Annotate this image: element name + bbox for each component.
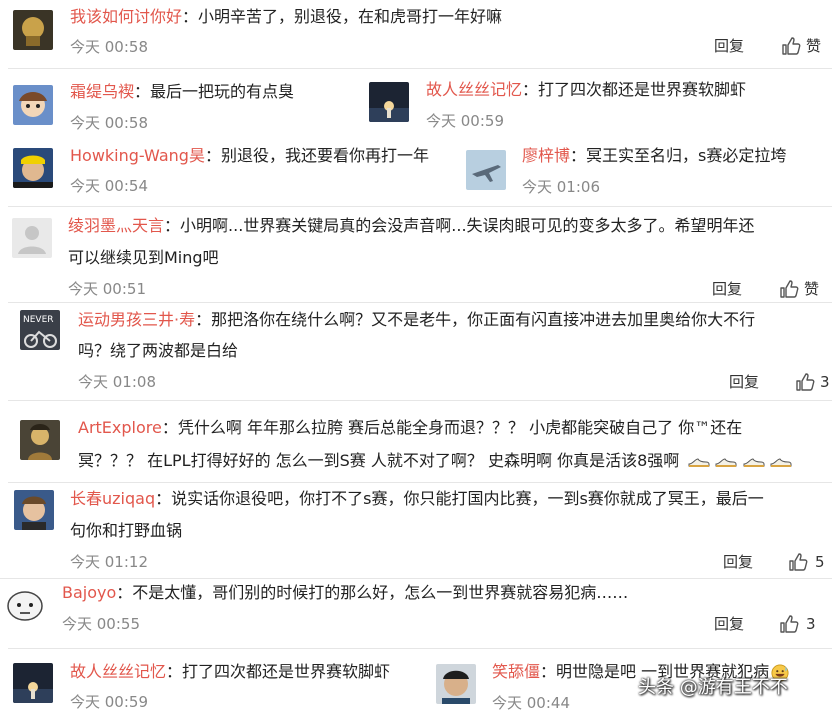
comment-time: 今天 00:58: [70, 38, 148, 56]
comment-text: 说实话你退役吧，你打不了s赛，你只能打国内比赛，一到s赛你就成了冥王，最后一: [171, 489, 764, 508]
comment-text: 凭什么啊 年年那么拉胯 赛后总能全身而退？？？ 小虎都能突破自己了 你™还在: [177, 418, 743, 437]
comment-username[interactable]: 霜缇乌褉: [70, 82, 134, 101]
comment-text: 打了四次都还是世界赛软脚虾: [182, 662, 391, 681]
watermark: 头条 @游有王不不: [638, 677, 788, 698]
avatar[interactable]: [369, 82, 409, 122]
comment-line: 故人丝丝记忆：打了四次都还是世界赛软脚虾: [426, 80, 747, 99]
comment-line: 绫羽墨灬天言：小明啊...世界赛关键局真的会没声音啊...失误肉眼可见的变多太多…: [68, 216, 755, 235]
avatar[interactable]: [5, 586, 45, 626]
separator: [8, 482, 832, 483]
like-label[interactable]: 赞: [804, 279, 819, 299]
like-count: 3: [820, 373, 830, 391]
sneaker-emoji-icon: [770, 457, 792, 467]
avatar[interactable]: [12, 218, 52, 258]
sneaker-emoji-icon: [688, 457, 710, 467]
comment-line: Howking-Wang昊：别退役，我还要看你再打一年: [70, 146, 429, 165]
avatar[interactable]: [466, 150, 506, 190]
avatar[interactable]: [13, 10, 53, 50]
comment-line: 长春uziqaq：说实话你退役吧，你打不了s赛，你只能打国内比赛，一到s赛你就成…: [70, 489, 764, 508]
avatar[interactable]: [13, 663, 53, 703]
separator: [8, 68, 832, 69]
like-icon[interactable]: [781, 36, 801, 56]
separator: [0, 578, 832, 579]
comment-time: 今天 00:59: [426, 112, 504, 130]
comment-username[interactable]: Howking-Wang昊: [70, 146, 205, 165]
comment-time: 今天 00:54: [70, 177, 148, 195]
comment-line: 故人丝丝记忆：打了四次都还是世界赛软脚虾: [70, 662, 391, 681]
comment-text: 那把洛你在绕什么啊？又不是老牛，你正面有闪直接冲进去加里奥给你大不行: [211, 310, 756, 329]
comment-text-continued: 句你和打野血锅: [70, 521, 183, 540]
like-icon[interactable]: [779, 614, 799, 634]
avatar[interactable]: [436, 664, 476, 704]
comment-username[interactable]: 绫羽墨灬天言: [68, 216, 164, 235]
comment-text: 小明啊...世界赛关键局真的会没声音啊...失误肉眼可见的变多太多了。希望明年还: [180, 216, 755, 235]
reply-button[interactable]: 回复: [712, 279, 742, 299]
separator: [8, 400, 832, 401]
comment-text: 最后一把玩的有点臭: [150, 82, 295, 101]
comment-time: 今天 00:55: [62, 615, 140, 633]
comment-username[interactable]: 廖梓博: [522, 146, 570, 165]
comment-username[interactable]: 故人丝丝记忆: [426, 80, 522, 99]
sneaker-emoji-icon: [715, 457, 737, 467]
comment-username[interactable]: 长春uziqaq: [70, 489, 155, 508]
comment-line: 运动男孩三井·寿：那把洛你在绕什么啊？又不是老牛，你正面有闪直接冲进去加里奥给你…: [78, 310, 756, 329]
reply-button[interactable]: 回复: [714, 614, 744, 634]
svg-text:NEVER: NEVER: [23, 315, 54, 325]
reply-button[interactable]: 回复: [729, 372, 759, 392]
comment-time: 今天 01:12: [70, 553, 148, 571]
comment-time: 今天 01:06: [522, 178, 600, 196]
comment-username[interactable]: 我该如何讨你好: [70, 7, 182, 26]
like-count: 3: [806, 615, 816, 633]
comment-username[interactable]: Bajoyo: [62, 583, 116, 602]
comment-text: 不是太懂，哥们别的时候打的那么好，怎么一到世界赛就容易犯病……: [132, 583, 629, 602]
comment-username[interactable]: 故人丝丝记忆: [70, 662, 166, 681]
comment-username[interactable]: 运动男孩三井·寿: [78, 310, 195, 329]
comment-username[interactable]: 笑舔僵: [492, 662, 540, 681]
comment-line: Bajoyo：不是太懂，哥们别的时候打的那么好，怎么一到世界赛就容易犯病……: [62, 583, 629, 602]
reply-button[interactable]: 回复: [714, 36, 744, 56]
comment-time: 今天 00:58: [70, 114, 148, 132]
comment-line: ArtExplore：凭什么啊 年年那么拉胯 赛后总能全身而退？？？ 小虎都能突…: [78, 418, 743, 437]
reply-button[interactable]: 回复: [723, 552, 753, 572]
comment-text: 冥王实至名归，s赛必定拉垮: [586, 146, 787, 165]
avatar[interactable]: NEVER: [20, 310, 60, 350]
comment-time: 今天 00:59: [70, 693, 148, 711]
comment-username[interactable]: ArtExplore: [78, 418, 162, 437]
comment-text: 别退役，我还要看你再打一年: [220, 146, 429, 165]
avatar[interactable]: [14, 490, 54, 530]
comment-text-continued: 吗？绕了两波都是白给: [78, 341, 239, 360]
comment-text: 打了四次都还是世界赛软脚虾: [538, 80, 747, 99]
like-icon[interactable]: [779, 279, 799, 299]
comment-time: 今天 00:51: [68, 280, 146, 298]
comment-text-continued: 可以继续见到Ming吧: [68, 248, 219, 267]
separator: [8, 302, 832, 303]
comment-text-continued: 冥？？？ 在LPL打得好好的 怎么一到S赛 人就不对了啊？ 史森明啊 你真是活该…: [78, 451, 680, 470]
comment-time: 今天 01:08: [78, 373, 156, 391]
sneaker-emoji-icon: [743, 457, 765, 467]
comment-time: 今天 00:44: [492, 694, 570, 712]
comment-line: 廖梓博：冥王实至名归，s赛必定拉垮: [522, 146, 787, 165]
like-count: 5: [815, 553, 825, 571]
avatar[interactable]: [13, 85, 53, 125]
avatar[interactable]: [13, 148, 53, 188]
separator: [8, 206, 832, 207]
like-icon[interactable]: [795, 372, 815, 392]
like-icon[interactable]: [788, 552, 808, 572]
comment-line: 霜缇乌褉：最后一把玩的有点臭: [70, 82, 295, 101]
comment-line: 我该如何讨你好：小明辛苦了，别退役，在和虎哥打一年好嘛: [70, 7, 503, 26]
avatar[interactable]: [20, 420, 60, 460]
like-label[interactable]: 赞: [806, 36, 821, 56]
comment-text: 小明辛苦了，别退役，在和虎哥打一年好嘛: [198, 7, 503, 26]
comment-line-continued: 冥？？？ 在LPL打得好好的 怎么一到S赛 人就不对了啊？ 史森明啊 你真是活该…: [78, 451, 792, 471]
separator: [8, 648, 832, 649]
